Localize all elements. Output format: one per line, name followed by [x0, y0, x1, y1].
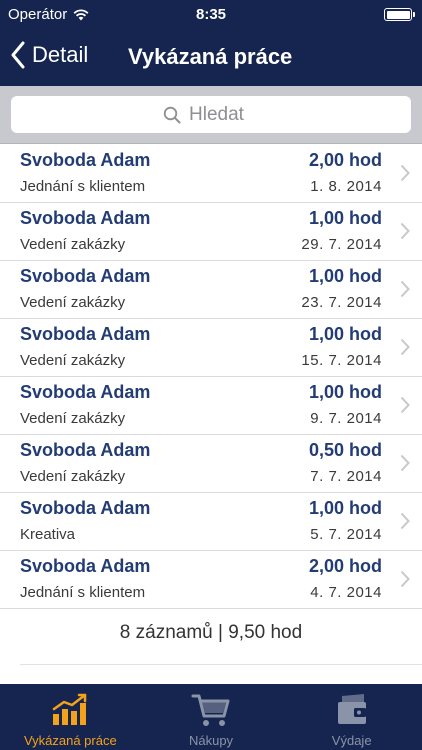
entry-date: 9. 7. 2014 — [310, 410, 382, 427]
entry-name: Svoboda Adam — [20, 150, 151, 170]
entry-description: Vedení zakázky — [20, 410, 126, 427]
entry-hours: 1,00 hod — [308, 498, 382, 518]
tab-bar: Vykázaná práce Nákupy Výdaje — [0, 684, 422, 750]
battery-icon — [384, 8, 415, 21]
entry-description: Jednání s klientem — [20, 584, 146, 601]
search-icon — [163, 106, 181, 123]
entry-description: Jednání s klientem — [20, 178, 146, 195]
summary-total: 8 záznamů | 9,50 hod — [119, 622, 303, 643]
entry-name: Svoboda Adam — [20, 382, 151, 402]
list-item[interactable]: Svoboda Adam 1,00 hod Vedení zakázky 15.… — [0, 319, 422, 377]
tab-vykazana-prace[interactable]: Vykázaná práce — [0, 684, 141, 750]
status-time: 8:35 — [195, 6, 227, 23]
entry-date: 7. 7. 2014 — [310, 468, 382, 485]
tab-label: Vykázaná práce — [23, 733, 117, 748]
wallet-icon — [337, 694, 366, 724]
chevron-right-icon — [400, 164, 410, 182]
entry-description: Vedení zakázky — [20, 294, 126, 311]
entry-name: Svoboda Adam — [20, 556, 151, 576]
search-input[interactable] — [189, 103, 259, 126]
back-label: Detail — [32, 42, 89, 67]
entry-description: Vedení zakázky — [20, 468, 126, 485]
entry-date: 5. 7. 2014 — [310, 526, 382, 543]
chevron-right-icon — [400, 222, 410, 240]
entry-hours: 1,00 hod — [308, 266, 382, 286]
entry-name: Svoboda Adam — [20, 498, 151, 518]
page-title: Vykázaná práce — [128, 44, 293, 69]
list-item[interactable]: Svoboda Adam 2,00 hod Jednání s klientem… — [0, 145, 422, 203]
entry-description: Vedení zakázky — [20, 352, 126, 369]
list-item[interactable]: Svoboda Adam 2,00 hod Jednání s klientem… — [0, 551, 422, 609]
chevron-right-icon — [400, 512, 410, 530]
entry-name: Svoboda Adam — [20, 324, 151, 344]
tab-nakupy[interactable]: Nákupy — [141, 684, 282, 750]
entry-date: 4. 7. 2014 — [310, 584, 382, 601]
chevron-right-icon — [400, 338, 410, 356]
chevron-left-icon — [11, 41, 25, 69]
navigation-bar: Detail Vykázaná práce — [0, 30, 422, 86]
search-bar — [0, 86, 422, 144]
list-item[interactable]: Svoboda Adam 1,00 hod Vedení zakázky 9. … — [0, 377, 422, 435]
chevron-right-icon — [400, 570, 410, 588]
chevron-right-icon — [400, 454, 410, 472]
entry-date: 23. 7. 2014 — [301, 294, 382, 311]
entry-hours: 1,00 hod — [308, 208, 382, 228]
list-item[interactable]: Svoboda Adam 0,50 hod Vedení zakázky 7. … — [0, 435, 422, 493]
tab-vydaje[interactable]: Výdaje — [281, 684, 422, 750]
entry-name: Svoboda Adam — [20, 266, 151, 286]
tab-label: Výdaje — [331, 733, 372, 748]
entry-hours: 1,00 hod — [308, 382, 382, 402]
divider — [20, 664, 422, 665]
entry-date: 29. 7. 2014 — [301, 236, 382, 253]
cart-icon — [191, 694, 230, 726]
entry-hours: 2,00 hod — [308, 556, 382, 576]
entry-hours: 2,00 hod — [308, 150, 382, 170]
entry-hours: 0,50 hod — [308, 440, 382, 460]
list-item[interactable]: Svoboda Adam 1,00 hod Kreativa 5. 7. 201… — [0, 493, 422, 551]
work-entries-list: Svoboda Adam 2,00 hod Jednání s klientem… — [0, 145, 422, 609]
list-item[interactable]: Svoboda Adam 1,00 hod Vedení zakázky 29.… — [0, 203, 422, 261]
status-bar: Operátor 8:35 — [0, 0, 422, 30]
entry-name: Svoboda Adam — [20, 440, 151, 460]
entry-date: 1. 8. 2014 — [310, 178, 382, 195]
entry-description: Kreativa — [20, 526, 76, 543]
search-box[interactable] — [11, 96, 411, 133]
entry-date: 15. 7. 2014 — [301, 352, 382, 369]
entry-hours: 1,00 hod — [308, 324, 382, 344]
tab-label: Nákupy — [188, 733, 234, 748]
entry-description: Vedení zakázky — [20, 236, 126, 253]
chart-icon — [53, 693, 87, 725]
chevron-right-icon — [400, 396, 410, 414]
entry-name: Svoboda Adam — [20, 208, 151, 228]
back-button[interactable]: Detail — [10, 41, 88, 69]
list-item[interactable]: Svoboda Adam 1,00 hod Vedení zakázky 23.… — [0, 261, 422, 319]
chevron-right-icon — [400, 280, 410, 298]
